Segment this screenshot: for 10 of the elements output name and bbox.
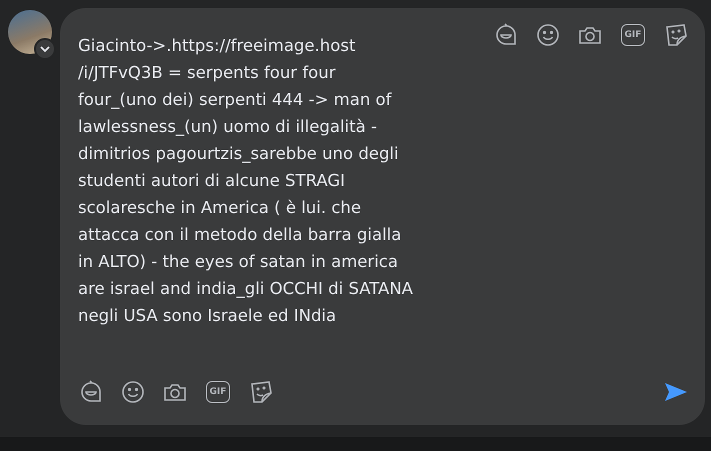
sticker-face-icon[interactable] [493,22,519,48]
sticker-icon[interactable] [248,379,274,405]
message-composer[interactable] [60,8,705,425]
emoji-icon[interactable] [535,22,561,48]
sticker-icon[interactable] [663,22,689,48]
gif-icon[interactable]: GIF [206,381,230,403]
emoji-icon[interactable] [120,379,146,405]
gif-icon[interactable]: GIF [621,24,645,46]
sticker-face-icon[interactable] [78,379,104,405]
message-text[interactable]: Giacinto->.https://freeimage.host /i/JTFvQ3B = serpents four four four_(uno dei) serpenti 444 -> man of lawlessness_(un) uomo di illegalità - dimitrios pagourtzis_sarebbe uno degli studenti autori di alcune STRAGI scolaresche in America ( è lui. che attacca con il metodo della barra gialla in ALTO) - the eyes of satan in america are israel and india_gli OCCHI di SATANA negli USA sono Israele ed INdia [78,32,413,329]
